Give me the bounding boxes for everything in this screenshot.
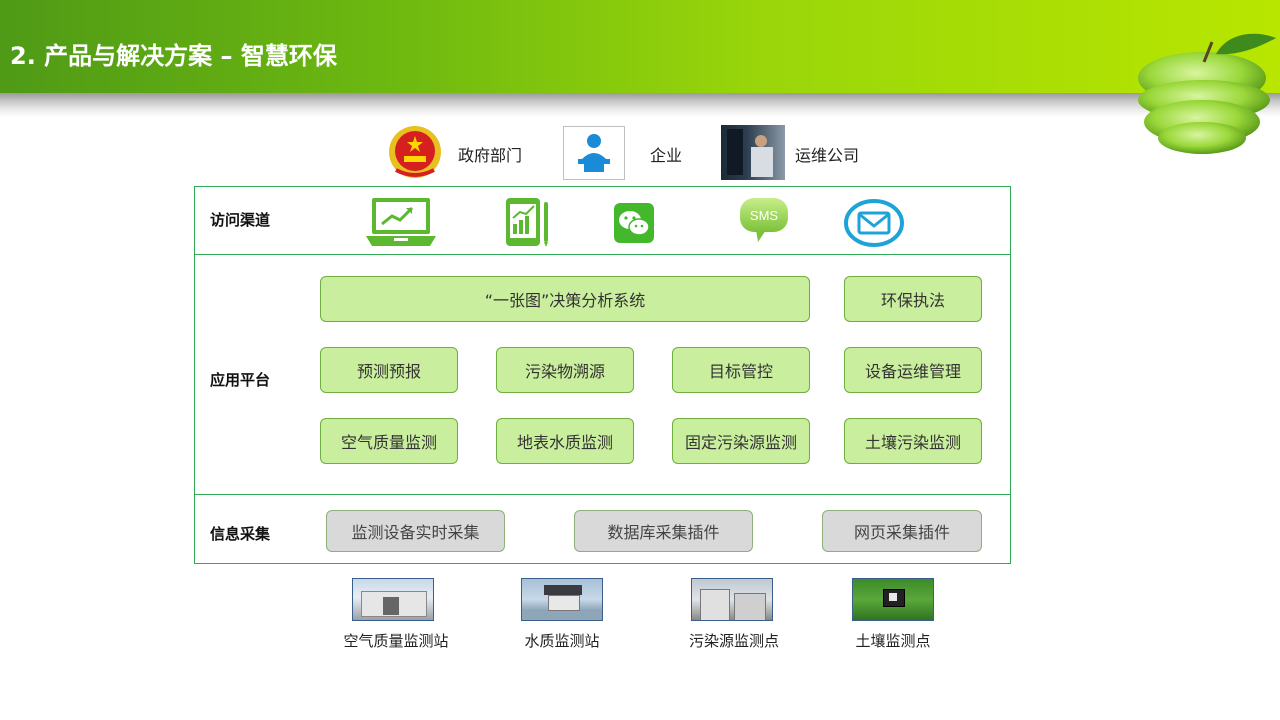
row-label-app: 应用平台	[210, 371, 271, 389]
app-box-fixed-source[interactable]: 固定污染源监测	[672, 418, 810, 464]
app-box-pollutant-trace[interactable]: 污染物溯源	[496, 347, 634, 393]
pollution-source-photo	[691, 578, 773, 621]
station-label-soil: 土壤监测点	[855, 632, 931, 650]
row-label-access: 访问渠道	[210, 211, 271, 229]
row-divider-1	[194, 254, 1011, 255]
business-person-icon	[563, 126, 625, 180]
collect-box-database[interactable]: 数据库采集插件	[574, 510, 753, 552]
wechat-icon	[614, 203, 654, 243]
header-banner: 2. 产品与解决方案 – 智慧环保	[0, 0, 1280, 93]
station-label-air: 空气质量监测站	[343, 632, 449, 650]
app-box-device-maintenance[interactable]: 设备运维管理	[844, 347, 982, 393]
actor-label-maintenance: 运维公司	[795, 146, 860, 165]
row-label-collect: 信息采集	[210, 525, 271, 543]
actor-label-government: 政府部门	[458, 146, 523, 165]
app-box-decision-system[interactable]: “一张图”决策分析系统	[320, 276, 810, 322]
actor-label-enterprise: 企业	[650, 146, 683, 165]
tablet-chart-icon	[506, 198, 548, 247]
soil-station-photo	[852, 578, 934, 621]
app-box-forecast[interactable]: 预测预报	[320, 347, 458, 393]
station-label-water: 水质监测站	[524, 632, 600, 650]
collect-box-webpage[interactable]: 网页采集插件	[822, 510, 982, 552]
station-label-pollution: 污染源监测点	[688, 632, 779, 650]
app-box-surface-water[interactable]: 地表水质监测	[496, 418, 634, 464]
technician-photo	[721, 125, 785, 180]
email-icon	[844, 199, 904, 247]
app-box-soil-pollution[interactable]: 土壤污染监测	[844, 418, 982, 464]
row-divider-2	[194, 494, 1011, 495]
laptop-chart-icon	[366, 198, 436, 246]
app-box-enforcement[interactable]: 环保执法	[844, 276, 982, 322]
water-station-photo	[521, 578, 603, 621]
header-shadow	[0, 93, 1280, 117]
national-emblem-icon	[389, 126, 441, 178]
sms-icon: SMS	[740, 198, 788, 242]
collect-box-realtime[interactable]: 监测设备实时采集	[326, 510, 505, 552]
page-title: 2. 产品与解决方案 – 智慧环保	[10, 42, 337, 70]
sms-text: SMS	[750, 208, 779, 223]
actors-row: 政府部门 企业 运维公司	[0, 122, 1280, 182]
app-box-air-quality[interactable]: 空气质量监测	[320, 418, 458, 464]
app-box-target-control[interactable]: 目标管控	[672, 347, 810, 393]
air-station-photo	[352, 578, 434, 621]
